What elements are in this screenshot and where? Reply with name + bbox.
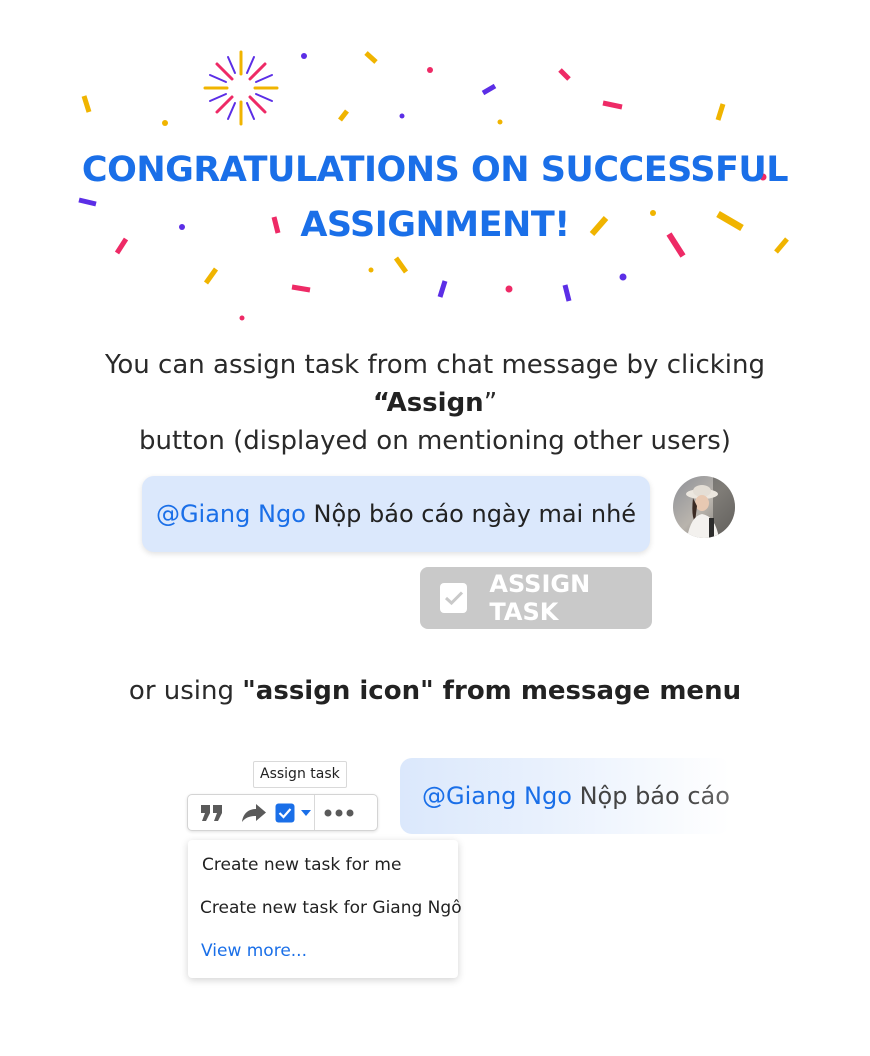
preview-message-content: @Giang Ngo Nộp báo cáo ngày mai nhé (422, 782, 730, 810)
menu-item-view-more[interactable]: View more... (188, 938, 458, 981)
instruction-part-2: button (displayed on mentioning other us… (139, 426, 731, 456)
avatar-image (673, 476, 735, 538)
alternative-prefix: or using (128, 676, 243, 706)
assign-word: Assign (386, 388, 484, 418)
quote-close: ” (483, 388, 498, 418)
alternative-instruction: or using "assign icon" from message menu (0, 676, 870, 706)
quote-icon (201, 804, 222, 821)
firework-icon (203, 50, 279, 126)
assign-task-icon-button[interactable] (272, 795, 314, 830)
instruction-text: You can assign task from chat message by… (40, 346, 830, 460)
menu-item-create-task-for-user[interactable]: Create new task for Giang Ngô (188, 895, 462, 938)
user-mention[interactable]: @Giang Ngo (156, 500, 306, 528)
assign-task-tooltip: Assign task (253, 761, 347, 788)
assign-checkbox-icon (275, 803, 295, 822)
preview-message-bubble: @Giang Ngo Nộp báo cáo ngày mai nhé (400, 758, 730, 834)
assign-task-label: ASSIGN TASK (489, 570, 591, 626)
forward-button[interactable] (236, 795, 272, 830)
message-menu-toolbar (187, 794, 378, 831)
preview-mention: @Giang Ngo (422, 782, 572, 810)
avatar[interactable] (673, 476, 735, 538)
alternative-emphasis: "assign icon" from message menu (242, 676, 742, 706)
menu-item-create-task-for-me[interactable]: Create new task for me (188, 852, 458, 895)
dropdown-caret-icon (301, 809, 311, 816)
assign-task-button[interactable]: ASSIGN TASK (420, 567, 652, 629)
forward-icon (242, 803, 266, 822)
title-line-1: CONGRATULATIONS ON SUCCESSFUL (81, 150, 789, 190)
more-button[interactable] (315, 795, 363, 830)
quote-button[interactable] (188, 795, 236, 830)
title-line-2: ASSIGNMENT! (300, 205, 570, 245)
more-icon (324, 809, 354, 816)
message-text: Nộp báo cáo ngày mai nhé (313, 500, 637, 528)
instruction-part-1: You can assign task from chat message by… (104, 350, 766, 380)
chat-message-bubble: @Giang Ngo Nộp báo cáo ngày mai nhé (142, 476, 650, 552)
checkbox-icon (440, 583, 468, 613)
assign-task-menu: Create new task for me Create new task f… (188, 840, 462, 981)
quote-open: “ (372, 388, 387, 418)
preview-text: Nộp báo cáo ngày mai nhé (579, 782, 730, 810)
congratulations-title: CONGRATULATIONS ON SUCCESSFUL ASSIGNMENT… (0, 143, 870, 253)
